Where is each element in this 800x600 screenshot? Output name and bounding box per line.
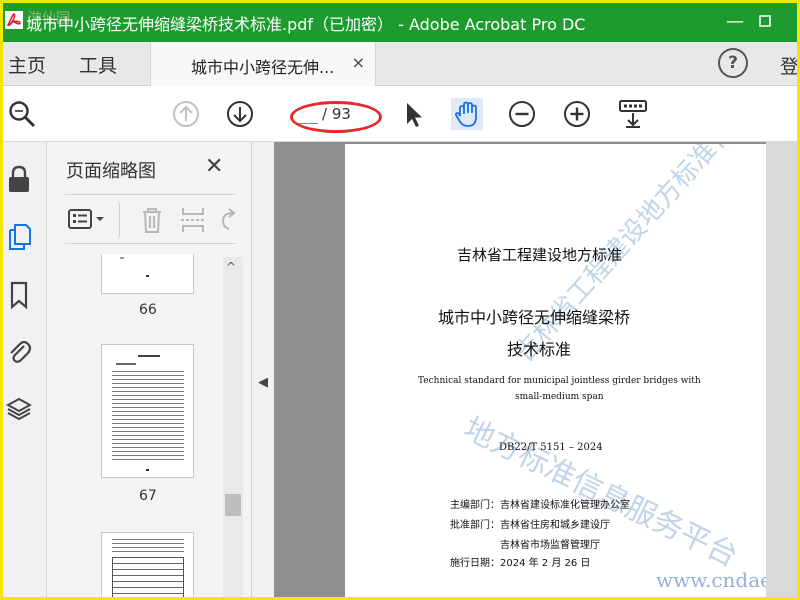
effective-date: 施行日期：2024 年 2 月 26 日: [450, 558, 591, 569]
keyboard-scroll-icon[interactable]: [617, 98, 649, 130]
thumbnail-toolbar: [65, 194, 235, 244]
sign-in-button[interactable]: 登: [780, 52, 799, 79]
doc-title-line1: 城市中小跨径无伸缩缝梁桥: [438, 308, 631, 327]
maximize-icon[interactable]: [750, 6, 780, 36]
thumbnail-page[interactable]: [101, 344, 194, 478]
thumbnail-panel: 页面缩略图 ✕ 66 67 ^: [47, 142, 252, 600]
minimize-icon[interactable]: —: [720, 6, 750, 36]
thumbnail-text-lines: [112, 371, 184, 463]
menu-home[interactable]: 主页: [8, 51, 46, 78]
lock-icon[interactable]: [6, 164, 32, 194]
document-tab-label: 城市中小跨径无伸...: [191, 58, 335, 77]
pdf-page: 吉林省工程建设地方标准化公开 地方标准信息服务平台 www.cndae 吉林省工…: [345, 144, 766, 600]
prev-page-icon[interactable]: [170, 98, 202, 130]
page-total: / 93: [322, 105, 351, 123]
english-title-line1: Technical standard for municipal jointle…: [418, 376, 701, 386]
watermark-url: www.cndae: [656, 568, 766, 592]
page-navigation: / 93: [288, 100, 382, 128]
active-indicator: [0, 220, 3, 260]
next-page-icon[interactable]: [224, 98, 256, 130]
close-panel-icon[interactable]: ✕: [205, 154, 223, 179]
document-tab[interactable]: 城市中小跨径无伸... ×: [150, 42, 376, 86]
zoom-out-icon[interactable]: [506, 98, 538, 130]
panel-title: 页面缩略图: [66, 161, 156, 182]
close-tab-icon[interactable]: ×: [352, 53, 365, 72]
menu-bar: 主页 工具 城市中小跨径无伸... × ? 登: [0, 42, 800, 86]
thumbnail-label: 66: [139, 302, 157, 318]
approver-department-2: 吉林省市场监督管理厅: [500, 540, 600, 551]
window-title: 城市中小跨径无伸缩缝梁桥技术标准.pdf（已加密） - Adobe Acroba…: [26, 15, 586, 34]
editor-department: 主编部门：吉林省建设标准化管理办公室: [450, 500, 630, 511]
rotate-page-icon[interactable]: [217, 207, 235, 233]
thumbnail-label: 67: [139, 488, 157, 504]
help-icon[interactable]: ?: [718, 48, 748, 78]
left-rail: [0, 142, 47, 600]
extract-page-icon[interactable]: [179, 205, 207, 235]
thumbnail-scrollbar[interactable]: ^: [223, 257, 243, 600]
toolbar: / 93: [0, 86, 800, 142]
attachment-icon[interactable]: [6, 336, 32, 366]
document-viewer: ◀ 吉林省工程建设地方标准化公开 地方标准信息服务平台 www.cndae 吉林…: [252, 142, 800, 600]
thumbnail-page[interactable]: [101, 254, 194, 294]
menu-tools[interactable]: 工具: [79, 51, 117, 78]
hand-tool-icon[interactable]: [451, 98, 483, 130]
viewer-margin: [766, 142, 800, 600]
search-icon[interactable]: [6, 98, 38, 130]
bookmark-icon[interactable]: [6, 280, 32, 310]
toolbar-divider: [119, 203, 120, 237]
zoom-in-icon[interactable]: [561, 98, 593, 130]
approver-department: 批准部门：吉林省住房和城乡建设厅: [450, 520, 610, 531]
scroll-up-icon[interactable]: ^: [226, 260, 236, 274]
acrobat-logo-icon: [5, 11, 23, 29]
org-title: 吉林省工程建设地方标准: [457, 246, 623, 264]
english-title-line2: small-medium span: [515, 392, 604, 402]
delete-page-icon[interactable]: [139, 205, 165, 235]
thumbnail-page[interactable]: [101, 532, 194, 600]
pages-icon[interactable]: [6, 222, 32, 252]
title-bar: 游仙园 城市中小跨径无伸缩缝梁桥技术标准.pdf（已加密） - Adobe Ac…: [0, 0, 800, 42]
page-number-input[interactable]: [296, 104, 318, 124]
standard-code: DB22/T 5151 – 2024: [499, 442, 603, 453]
collapse-panel-icon[interactable]: ◀: [258, 375, 268, 390]
options-menu-icon[interactable]: [67, 207, 107, 233]
select-arrow-icon[interactable]: [398, 98, 430, 130]
doc-title-line2: 技术标准: [507, 340, 572, 359]
panel-collapse-gutter[interactable]: ◀: [252, 142, 274, 600]
thumbnail-table: [112, 557, 184, 600]
layers-icon[interactable]: [6, 394, 32, 424]
scrollbar-thumb[interactable]: [225, 494, 241, 516]
